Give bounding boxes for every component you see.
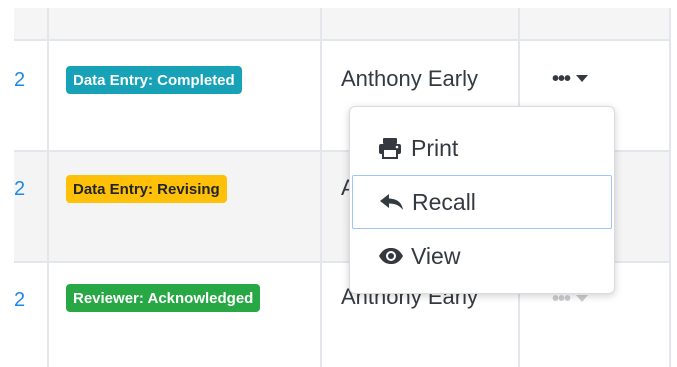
printer-icon bbox=[378, 136, 406, 160]
status-badge: Data Entry: Revising bbox=[66, 175, 227, 203]
status-badge: Data Entry: Completed bbox=[66, 66, 242, 94]
menu-item-label: Recall bbox=[412, 188, 476, 215]
menu-item-print[interactable]: Print bbox=[352, 121, 612, 175]
row-divider bbox=[14, 39, 671, 41]
row-actions-dropdown: Print Recall View bbox=[349, 106, 615, 294]
menu-item-label: Print bbox=[411, 134, 459, 161]
caret-down-icon bbox=[576, 295, 589, 302]
table-header-row bbox=[14, 8, 671, 40]
eye-icon bbox=[378, 244, 406, 268]
row-id-link[interactable]: 2 bbox=[14, 289, 25, 312]
row-id-link[interactable]: 2 bbox=[14, 69, 25, 92]
column-divider bbox=[669, 8, 671, 367]
column-divider bbox=[320, 8, 322, 367]
assignee-name: Anthony Early bbox=[341, 66, 478, 91]
column-divider bbox=[47, 8, 49, 367]
status-badge: Reviewer: Acknowledged bbox=[66, 284, 261, 312]
row-id-link[interactable]: 2 bbox=[14, 178, 25, 201]
menu-item-recall[interactable]: Recall bbox=[352, 175, 612, 229]
ellipsis-icon: ••• bbox=[552, 68, 571, 90]
caret-down-icon bbox=[576, 75, 589, 82]
reply-icon bbox=[379, 190, 407, 214]
row-actions-toggle[interactable]: ••• bbox=[552, 68, 589, 90]
menu-item-view[interactable]: View bbox=[352, 229, 612, 283]
menu-item-label: View bbox=[411, 242, 461, 269]
